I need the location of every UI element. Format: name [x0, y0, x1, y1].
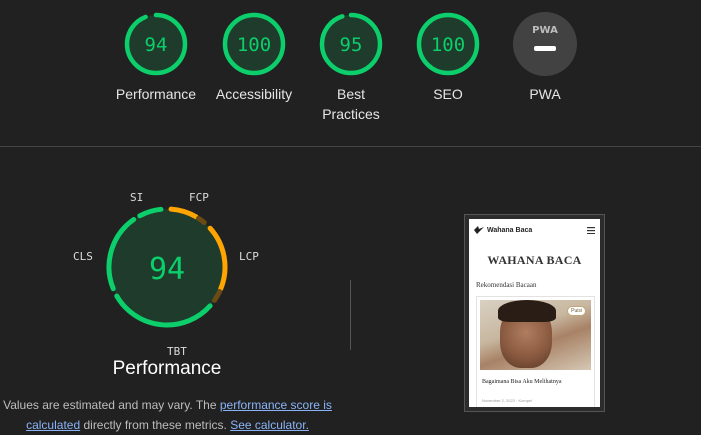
- gauge-pwa[interactable]: PWA PWA: [490, 12, 600, 104]
- gauge-score: 100: [237, 34, 271, 56]
- screenshot-title: WAHANA BACA: [487, 253, 582, 267]
- metric-lcp: LCP: [239, 250, 259, 263]
- bird-logo-icon: [474, 226, 484, 234]
- card-title: Bagaimana Bisa Aku Melihatnya: [482, 379, 562, 385]
- gauge-label: Performance: [115, 86, 197, 102]
- gauge-seo[interactable]: 100 SEO: [393, 12, 503, 104]
- metric-cls: CLS: [73, 250, 93, 263]
- note-prefix: Values are estimated and may vary. The: [3, 398, 220, 412]
- performance-ring: 94: [106, 206, 228, 328]
- screenshot-card: Puisi Bagaimana Bisa Aku Melihatnya Nove…: [476, 296, 595, 407]
- gauge-score: 100: [431, 34, 465, 56]
- screenshot-page: Wahana Baca WAHANA BACA Rekomendasi Baca…: [469, 219, 600, 407]
- gauge-label: Best Practices: [322, 86, 380, 122]
- gauge-ring: 100: [222, 12, 286, 76]
- vertical-separator: [350, 280, 351, 350]
- performance-score: 94: [149, 252, 185, 287]
- hamburger-icon: [587, 226, 595, 234]
- see-calculator-link[interactable]: See calculator.: [230, 418, 309, 432]
- performance-gauge: 94 SI FCP LCP TBT CLS: [62, 185, 272, 358]
- gauge-label: PWA: [529, 86, 561, 102]
- gauge-accessibility[interactable]: 100 Accessibility: [199, 12, 309, 104]
- metric-si: SI: [130, 191, 144, 204]
- estimate-note: Values are estimated and may vary. The p…: [0, 395, 335, 435]
- card-badge: Puisi: [567, 306, 586, 316]
- gauge-ring: 94: [124, 12, 188, 76]
- metric-fcp: FCP: [189, 191, 209, 204]
- note-middle: directly from these metrics.: [80, 418, 231, 432]
- gauge-ring: 100: [416, 12, 480, 76]
- performance-title: Performance: [112, 358, 222, 379]
- gauge-ring: 95: [319, 12, 383, 76]
- gauge-score: 95: [340, 34, 363, 56]
- card-image: Puisi: [480, 300, 591, 370]
- section-divider: [0, 146, 701, 147]
- gauge-best-practices[interactable]: 95 Best Practices: [296, 12, 406, 124]
- screenshot-brand: Wahana Baca: [487, 226, 533, 234]
- pwa-badge-icon: PWA: [513, 12, 577, 76]
- gauge-label: Accessibility: [215, 86, 293, 102]
- gauge-score: 94: [145, 34, 168, 56]
- screenshot-section: Rekomendasi Bacaan: [476, 281, 537, 289]
- card-meta: November 2, 2023 · Kompel: [482, 398, 533, 403]
- metric-tbt: TBT: [167, 345, 187, 358]
- final-screenshot[interactable]: Wahana Baca WAHANA BACA Rekomendasi Baca…: [464, 214, 605, 412]
- gauge-label: SEO: [433, 86, 463, 102]
- pwa-badge-text: PWA: [532, 25, 558, 36]
- gauge-performance[interactable]: 94 Performance: [101, 12, 211, 104]
- screenshot-header: Wahana Baca: [469, 219, 600, 241]
- arc-fcp-rest: [196, 215, 207, 226]
